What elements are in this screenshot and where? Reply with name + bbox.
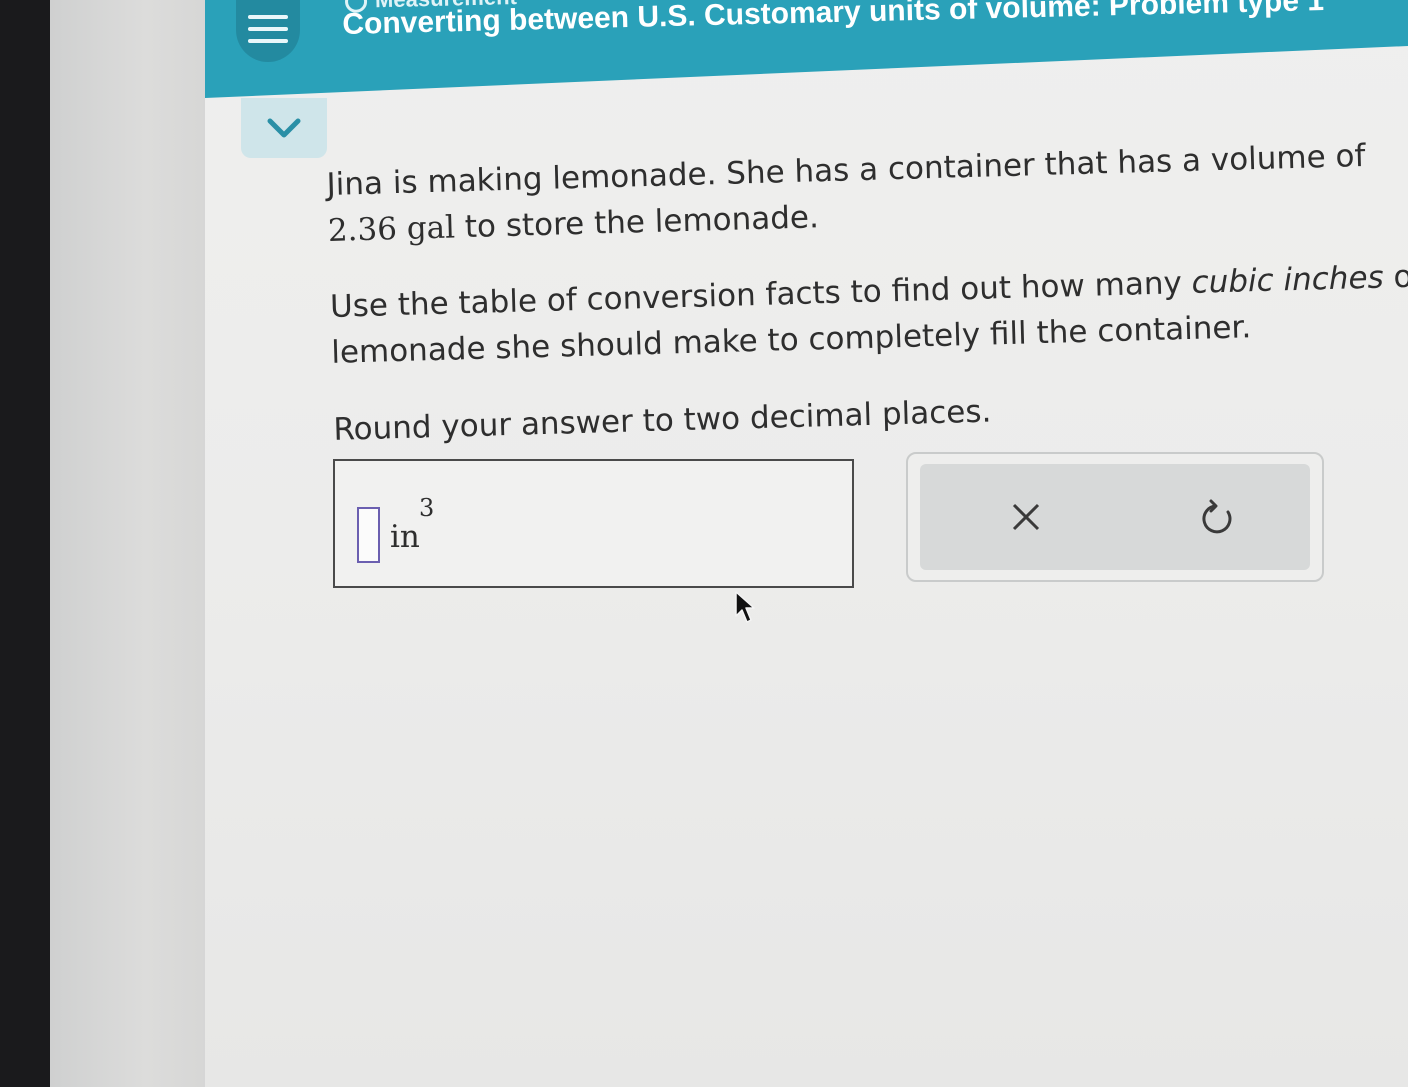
undo-button[interactable] [1194,492,1244,542]
rounding-instruction: Round your answer to two decimal places. [332,393,992,448]
volume-value: 2.36 [327,211,398,249]
answer-unit-exponent: 3 [419,494,435,522]
answer-input[interactable] [357,507,380,563]
hamburger-icon [248,15,288,43]
collapse-button[interactable] [241,98,327,158]
volume-unit: gal [406,209,456,247]
mouse-cursor-icon [735,591,755,623]
screen-left-margin [50,0,210,1087]
clear-button[interactable] [1001,492,1051,542]
menu-button[interactable] [236,0,300,62]
instruction-text: Use the table of conversion facts to fin… [329,258,1408,371]
chevron-down-icon [267,118,301,138]
answer-unit: in [390,519,420,555]
answer-box: in 3 [333,459,854,588]
close-icon [1012,503,1040,531]
action-buttons [920,464,1310,570]
question-content: Jina is making lemonade. She has a conta… [326,131,1408,484]
action-panel [906,452,1324,582]
undo-icon [1202,499,1232,534]
